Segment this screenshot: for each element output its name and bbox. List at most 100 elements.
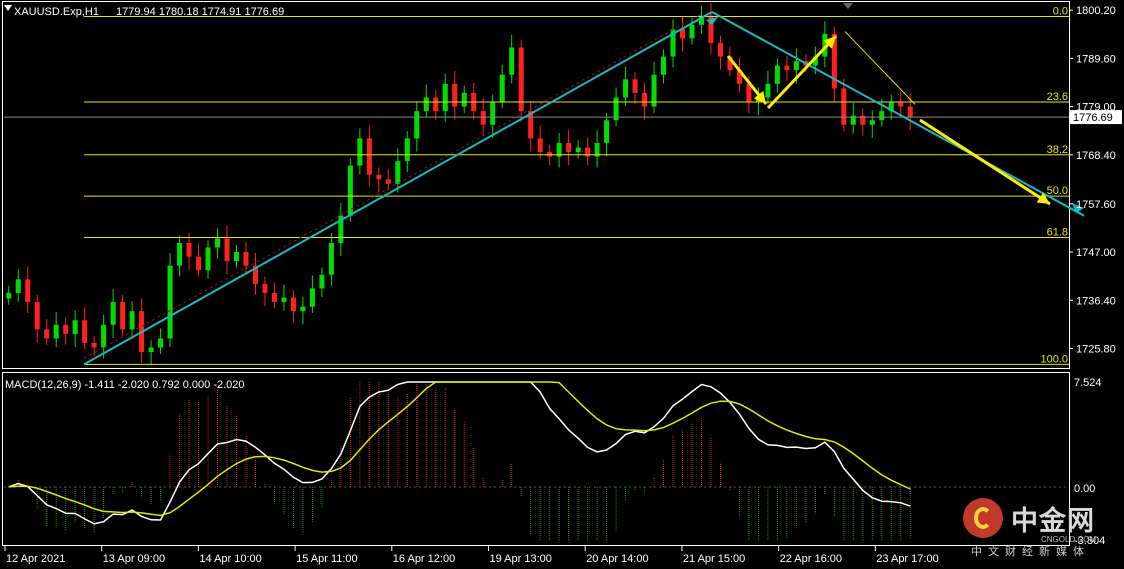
time-tick-label: 13 Apr 09:00: [103, 553, 165, 565]
candle-body: [717, 42, 723, 57]
fib-label-23.6: 23.6: [1047, 91, 1068, 103]
candle-body: [774, 65, 780, 84]
macd-axis-zero: 0.00: [1074, 483, 1095, 495]
candle-body: [395, 161, 401, 184]
price-tick-label: 1800.20: [1076, 5, 1116, 17]
cngold-logo-icon: [963, 498, 1003, 538]
candle-body: [91, 342, 97, 348]
macd-label: MACD(12,26,9) -1.411 -2.020 0.792 0.000 …: [5, 379, 245, 391]
candle-body: [385, 179, 391, 184]
watermark-name: 中金网: [1011, 506, 1095, 536]
candle-body: [433, 97, 439, 112]
time-tick-label: 16 Apr 12:00: [393, 553, 455, 565]
candle-body: [366, 138, 372, 175]
candle-body: [461, 92, 467, 107]
symbol-label: XAUUSD.Exp,H1: [14, 6, 99, 18]
time-tick-label: 23 Apr 17:00: [876, 553, 938, 565]
candle-body: [196, 256, 202, 271]
macd-panel-frame: [2, 372, 1070, 546]
price-chart[interactable]: 0.0 23.6 38.2 50.0 61.8 100.0 1800.20 1789.60 1…: [0, 0, 1124, 569]
candle-body: [129, 311, 135, 330]
candle-body: [300, 306, 306, 312]
uptrend-channel-line: [83, 14, 701, 359]
fib-label-0.0: 0.0: [1053, 6, 1068, 18]
candle-body: [793, 61, 799, 71]
time-tick-label: 21 Apr 15:00: [683, 553, 745, 565]
candle-body: [575, 147, 581, 153]
down-arrow-2-shaft[interactable]: [919, 118, 1051, 206]
candle-body: [120, 302, 126, 330]
price-tick-label: 1736.40: [1076, 295, 1116, 307]
time-tick-label: 20 Apr 14:00: [586, 553, 648, 565]
candle-body: [879, 111, 885, 121]
watermark: 中金网 CNGOLD.COM 中文财经新媒体: [963, 498, 1113, 560]
candle-body: [604, 120, 610, 143]
candle-body: [376, 174, 382, 180]
price-tick-label: 1757.60: [1076, 199, 1116, 211]
shift-marker-icon: [843, 3, 853, 9]
macd-signal-line: [8, 381, 911, 517]
candle-body: [309, 288, 315, 307]
candle-body: [281, 297, 287, 303]
current-price-label: 1776.69: [1073, 112, 1113, 124]
downtrend-line[interactable]: [711, 11, 1085, 217]
candle-body: [101, 324, 107, 348]
candle-body: [319, 274, 325, 289]
candle-body: [480, 111, 486, 125]
menu-arrow-icon[interactable]: [4, 5, 12, 11]
candle-body: [328, 242, 334, 275]
candle-body: [233, 252, 239, 262]
candle-body: [869, 120, 875, 125]
candle-body: [63, 324, 69, 334]
time-tick-label: 19 Apr 13:00: [490, 553, 552, 565]
candle-body: [499, 74, 505, 103]
candle-body: [82, 320, 88, 343]
candle-body: [34, 302, 40, 330]
fib-label-50.0: 50.0: [1047, 185, 1068, 197]
candle-body: [642, 92, 648, 107]
candle-body: [148, 347, 154, 353]
candle-body: [907, 106, 913, 118]
candle-body: [215, 238, 221, 248]
candle-body: [404, 138, 410, 162]
candle-body: [290, 297, 296, 312]
candle-body: [623, 79, 629, 98]
candle-body: [110, 302, 116, 325]
candle-body: [765, 83, 771, 98]
candle-body: [6, 292, 12, 299]
candle-body: [423, 97, 429, 112]
fib-label-38.2: 38.2: [1047, 144, 1068, 156]
ohlc-values: 1779.94 1780.18 1774.91 1776.69: [116, 6, 284, 18]
candle-body: [490, 102, 496, 125]
candle-body: [841, 88, 847, 125]
candle-body: [414, 111, 420, 139]
candle-body: [452, 83, 458, 107]
price-tick-label: 1725.80: [1076, 343, 1116, 355]
price-panel-frame: [2, 1, 1070, 369]
candle-body: [537, 138, 543, 153]
candle-body: [243, 252, 249, 266]
candle-body: [177, 242, 183, 266]
candle-body: [347, 165, 353, 216]
price-tick-label: 1747.00: [1076, 247, 1116, 259]
candle-body: [158, 338, 164, 348]
fib-label-61.8: 61.8: [1047, 227, 1068, 239]
time-tick-label: 14 Apr 10:00: [199, 553, 261, 565]
price-tick-label: 1768.40: [1076, 150, 1116, 162]
resistance-line[interactable]: [844, 31, 916, 105]
candle-body: [44, 329, 50, 339]
price-tick-label: 1789.60: [1076, 53, 1116, 65]
candle-body: [689, 24, 695, 39]
candle-body: [53, 324, 59, 339]
candle-body: [661, 56, 667, 75]
candle-body: [25, 279, 31, 303]
time-tick-label: 12 Apr 2021: [6, 553, 65, 565]
uptrend-line[interactable]: [83, 11, 713, 366]
candle-body: [186, 242, 192, 257]
candle-body: [566, 142, 572, 153]
candle-body: [784, 65, 790, 71]
candle-body: [357, 138, 363, 166]
watermark-subtitle: 中文财经新媒体: [971, 546, 1090, 558]
candle-body: [15, 279, 21, 293]
candle-body: [224, 238, 230, 262]
